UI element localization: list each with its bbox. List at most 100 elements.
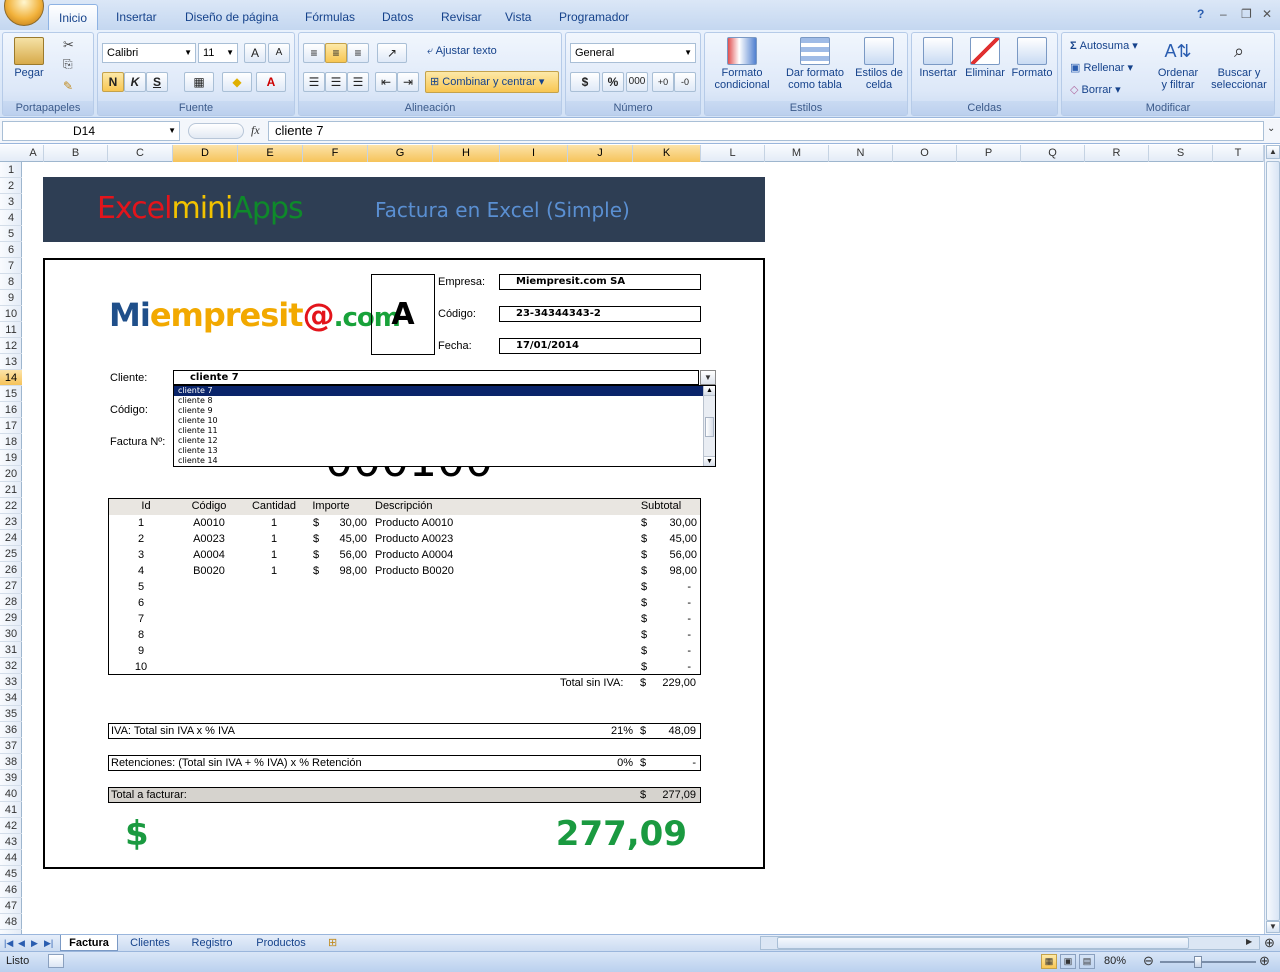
paste-button[interactable]: Pegar (7, 37, 51, 79)
font-color-button[interactable]: A (256, 72, 286, 92)
row-header[interactable]: 15 (0, 386, 22, 402)
clear-button[interactable]: ◇ Borrar ▾ (1070, 83, 1121, 96)
zoom-in-icon[interactable]: ⊕ (1259, 953, 1270, 969)
row-header[interactable]: 45 (0, 866, 22, 882)
zoom-slider[interactable] (1160, 961, 1256, 963)
dropdown-scrollbar[interactable]: ▲ ▼ (703, 386, 715, 466)
conditional-format-button[interactable]: Formato condicional (707, 37, 777, 91)
decrease-indent-button[interactable]: ⇤ (375, 72, 397, 92)
zoom-level[interactable]: 80% (1104, 955, 1126, 967)
copy-icon[interactable]: ⎘ (63, 57, 73, 72)
row-header[interactable]: 16 (0, 402, 22, 418)
row-header[interactable]: 40 (0, 786, 22, 802)
italic-button[interactable]: K (124, 72, 146, 92)
column-header-O[interactable]: O (893, 145, 957, 162)
row-header[interactable]: 41 (0, 802, 22, 818)
column-header-M[interactable]: M (765, 145, 829, 162)
row-header[interactable]: 17 (0, 418, 22, 434)
row-header[interactable]: 34 (0, 690, 22, 706)
vertical-scrollbar[interactable]: ▲ ▼ (1264, 145, 1280, 934)
row-header[interactable]: 33 (0, 674, 22, 690)
row-header[interactable]: 8 (0, 274, 22, 290)
column-header-N[interactable]: N (829, 145, 893, 162)
row-header[interactable]: 26 (0, 562, 22, 578)
row-header[interactable]: 3 (0, 194, 22, 210)
row-header[interactable]: 35 (0, 706, 22, 722)
sheet-tab-clientes[interactable]: Clientes (122, 935, 178, 951)
column-header-L[interactable]: L (701, 145, 765, 162)
row-header[interactable]: 31 (0, 642, 22, 658)
font-name-box[interactable]: Calibri ▼ (102, 43, 196, 63)
formula-bar-divider[interactable] (188, 123, 244, 139)
fill-color-button[interactable]: ◆ (222, 72, 252, 92)
cell-styles-button[interactable]: Estilos de celda (851, 37, 907, 91)
column-header-C[interactable]: C (108, 145, 173, 162)
restore-icon[interactable]: ❐ (1241, 7, 1252, 21)
align-bottom-button[interactable]: ≡ (347, 43, 369, 63)
close-icon[interactable]: ✕ (1262, 7, 1272, 21)
empresa-field[interactable]: Miempresit.com SA (499, 274, 701, 290)
column-header-P[interactable]: P (957, 145, 1021, 162)
sort-filter-button[interactable]: A⇅ Ordenar y filtrar (1148, 37, 1208, 91)
scroll-right-button[interactable]: ▶ (1246, 937, 1252, 946)
increase-decimal-button[interactable]: +0 (652, 72, 674, 92)
scroll-up-button[interactable]: ▲ (1266, 145, 1280, 159)
orientation-button[interactable]: ↗ (377, 43, 407, 63)
row-header[interactable]: 28 (0, 594, 22, 610)
row-header[interactable]: 32 (0, 658, 22, 674)
row-header[interactable]: 29 (0, 610, 22, 626)
dropdown-option[interactable]: cliente 13 (174, 446, 703, 456)
normal-view-icon[interactable]: ▦ (1041, 954, 1057, 969)
row-header[interactable]: 44 (0, 850, 22, 866)
first-sheet-icon[interactable]: |◀ (4, 935, 13, 951)
font-size-box[interactable]: 11 ▼ (198, 43, 238, 63)
row-header[interactable]: 14 (0, 370, 22, 386)
next-sheet-icon[interactable]: ▶ (31, 935, 38, 951)
column-header-T[interactable]: T (1213, 145, 1264, 162)
row-header[interactable]: 7 (0, 258, 22, 274)
row-header[interactable]: 47 (0, 898, 22, 914)
column-header-Q[interactable]: Q (1021, 145, 1085, 162)
delete-cells-button[interactable]: Eliminar (962, 37, 1008, 79)
dropdown-scroll-up[interactable]: ▲ (704, 386, 715, 396)
row-header[interactable]: 12 (0, 338, 22, 354)
find-select-button[interactable]: ⌕ Buscar y seleccionar (1206, 37, 1272, 91)
vertical-scroll-thumb[interactable] (1266, 161, 1280, 921)
page-layout-view-icon[interactable]: ▣ (1060, 954, 1076, 969)
sheet-tab-factura[interactable]: Factura (60, 935, 118, 951)
merge-center-button[interactable]: ⊞ Combinar y centrar ▾ (425, 71, 559, 93)
column-header-E[interactable]: E (238, 145, 303, 162)
align-center-button[interactable]: ☰ (325, 72, 347, 92)
macro-record-icon[interactable] (48, 954, 64, 968)
row-header[interactable]: 20 (0, 466, 22, 482)
dropdown-option[interactable]: cliente 11 (174, 426, 703, 436)
dropdown-option[interactable]: cliente 9 (174, 406, 703, 416)
row-header[interactable]: 46 (0, 882, 22, 898)
align-top-button[interactable]: ≡ (303, 43, 325, 63)
dropdown-option[interactable]: cliente 8 (174, 396, 703, 406)
row-header[interactable]: 4 (0, 210, 22, 226)
ribbon-tab-dise-o-de-p-gina[interactable]: Diseño de página (183, 4, 280, 30)
row-header[interactable]: 36 (0, 722, 22, 738)
underline-button[interactable]: S (146, 72, 168, 92)
autosum-button[interactable]: Σ Autosuma ▾ (1070, 39, 1138, 52)
insert-cells-button[interactable]: Insertar (914, 37, 962, 79)
align-left-button[interactable]: ☰ (303, 72, 325, 92)
help-icon[interactable]: ? (1197, 7, 1204, 21)
cliente-dropdown-button[interactable]: ▼ (700, 370, 716, 385)
office-button[interactable] (4, 0, 44, 26)
row-header[interactable]: 2 (0, 178, 22, 194)
row-header[interactable]: 18 (0, 434, 22, 450)
dropdown-scroll-down[interactable]: ▼ (704, 456, 715, 466)
column-header-I[interactable]: I (500, 145, 568, 162)
cliente-cell[interactable]: cliente 7 (173, 370, 699, 385)
row-header[interactable]: 42 (0, 818, 22, 834)
dropdown-scroll-thumb[interactable] (705, 417, 714, 437)
row-header[interactable]: 22 (0, 498, 22, 514)
fill-button[interactable]: ▣ Rellenar ▾ (1070, 61, 1133, 74)
column-header-B[interactable]: B (44, 145, 108, 162)
align-middle-button[interactable]: ≡ (325, 43, 347, 63)
row-header[interactable]: 25 (0, 546, 22, 562)
column-header-D[interactable]: D (173, 145, 238, 162)
thousands-button[interactable]: 000 (626, 72, 648, 92)
